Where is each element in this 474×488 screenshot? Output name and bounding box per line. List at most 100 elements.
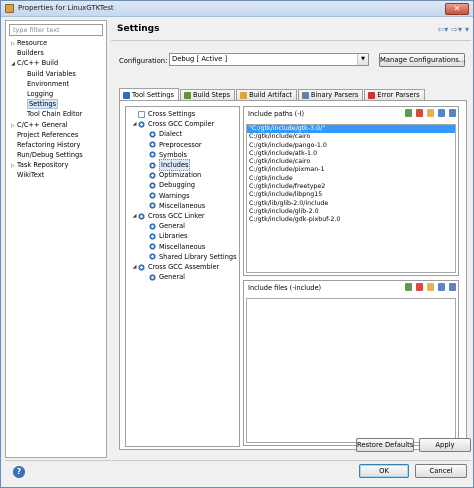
expanded-twisty-icon[interactable]: ◢ (131, 262, 138, 272)
tool-settings-item[interactable]: Includes (142, 159, 191, 172)
nav-item[interactable]: ◢ C/C++ Build (6, 58, 106, 68)
tool-settings-item[interactable]: Miscellaneous (142, 201, 205, 211)
nav-item-label: Run/Debug Settings (17, 151, 83, 160)
tool-settings-item[interactable]: Shared Library Settings (142, 252, 237, 262)
close-window-button[interactable]: ✕ (445, 3, 469, 15)
nav-item[interactable]: Builders (6, 48, 106, 58)
include-path-item[interactable]: C:/gtk/include/libpng15 (247, 191, 455, 199)
tool-settings-item[interactable]: ◢ Cross GCC Compiler (131, 119, 215, 129)
header-divider (111, 40, 471, 41)
tool-settings-item-label: Shared Library Settings (159, 252, 237, 261)
page-title: Settings (117, 24, 160, 34)
tool-settings-item[interactable]: Libraries (142, 231, 187, 241)
cancel-button[interactable]: Cancel (415, 464, 467, 478)
nav-item-label: Environment (27, 79, 70, 88)
move-down-icon[interactable] (449, 109, 456, 117)
edit-path-icon[interactable] (427, 109, 434, 117)
gear-icon (149, 253, 156, 261)
tool-settings-item-label: Libraries (159, 232, 188, 241)
tool-settings-item[interactable]: Warnings (142, 191, 190, 201)
nav-item[interactable]: Logging (6, 89, 106, 99)
expanded-twisty-icon[interactable]: ◢ (131, 211, 138, 221)
include-paths-list[interactable]: "C:/gtk/include/gtk-3.0/" C:/gtk/include/… (246, 124, 456, 273)
edit-file-icon[interactable] (427, 283, 434, 291)
gear-icon (149, 232, 156, 240)
include-path-item[interactable]: C:/gtk/include/atk-1.0 (247, 150, 455, 158)
move-up-icon[interactable] (438, 109, 445, 117)
tool-settings-item[interactable]: ◢ Cross GCC Assembler (131, 262, 220, 272)
add-path-icon[interactable] (405, 109, 412, 117)
filter-input[interactable] (9, 24, 103, 36)
view-menu-icon[interactable]: ▾ (465, 25, 469, 34)
nav-item[interactable]: Build Variables (6, 69, 106, 79)
nav-item-label: C/C++ General (17, 120, 68, 129)
nav-item[interactable]: ▷ Task Repository (6, 160, 106, 170)
tool-settings-item[interactable]: Cross Settings (131, 109, 195, 119)
configuration-select[interactable]: Debug [ Active ] ▼ (169, 53, 369, 66)
gear-icon (149, 151, 156, 159)
include-path-item[interactable]: "C:/gtk/include/gtk-3.0/" (247, 125, 455, 134)
nav-item-label: Settings (27, 99, 59, 110)
nav-item-label: Refactoring History (17, 140, 81, 149)
tool-settings-item[interactable]: General (142, 272, 185, 282)
restore-defaults-button[interactable]: Restore Defaults (356, 438, 414, 452)
nav-item[interactable]: Run/Debug Settings (6, 150, 106, 160)
include-path-item[interactable]: C:/gtk/include/cairo (247, 158, 455, 166)
nav-item[interactable]: Tool Chain Editor (6, 109, 106, 119)
delete-file-icon[interactable] (416, 283, 423, 291)
gear-icon (149, 130, 156, 138)
nav-item[interactable]: Project References (6, 130, 106, 140)
nav-item[interactable]: Settings (6, 99, 106, 110)
forward-arrow-icon[interactable]: ⇨▾ (451, 25, 462, 34)
include-path-item[interactable]: C:/gtk/include/cairo (247, 133, 455, 141)
tool-settings-item-label: Cross Settings (148, 110, 196, 118)
title-bar[interactable]: Properties for LinuxGTKTest ✕ (1, 1, 473, 17)
nav-item[interactable]: Environment (6, 79, 106, 89)
tool-settings-item-label: General (159, 273, 185, 282)
delete-path-icon[interactable] (416, 109, 423, 117)
property-pages-tree: ▷ Resource Builders ◢ C/C++ Build Build Varia… (6, 38, 106, 181)
include-paths-label: Include paths (-I) (248, 110, 305, 118)
tool-settings-item-label: General (159, 222, 185, 231)
tool-settings-item[interactable]: ◢ Cross GCC Linker (131, 211, 205, 221)
apply-button[interactable]: Apply (419, 438, 471, 452)
include-files-label: Include files (-include) (248, 284, 322, 292)
nav-item[interactable]: WikiText (6, 170, 106, 180)
nav-item[interactable]: Refactoring History (6, 140, 106, 150)
nav-item[interactable]: ▷ Resource (6, 38, 106, 48)
tool-settings-item[interactable]: Dialect (142, 129, 182, 139)
tool-settings-item-label: Cross GCC Assembler (148, 263, 220, 271)
tool-settings-item-label: Miscellaneous (159, 242, 206, 251)
tool-settings-item-label: Cross GCC Linker (148, 212, 205, 220)
include-path-item[interactable]: C:/gtk/include (247, 175, 455, 183)
include-path-item[interactable]: C:/gtk/lib/glib-2.0/include (247, 200, 455, 208)
include-path-item[interactable]: C:/gtk/include/pango-1.0 (247, 142, 455, 150)
tool-settings-item[interactable]: Miscellaneous (142, 242, 205, 252)
gear-icon (149, 202, 156, 210)
back-arrow-icon[interactable]: ⇦▾ (438, 25, 449, 34)
ok-button[interactable]: OK (359, 464, 409, 478)
add-file-icon[interactable] (405, 283, 412, 291)
tool-settings-item[interactable]: General (142, 221, 185, 231)
tool-settings-item[interactable]: Optimization (142, 170, 201, 180)
expanded-twisty-icon[interactable]: ◢ (131, 119, 138, 129)
manage-configurations-button[interactable]: Manage Configurations... (379, 53, 465, 67)
include-paths-toolbar (405, 109, 456, 117)
tool-settings-item[interactable]: Debugging (142, 180, 195, 190)
help-icon[interactable]: ? (13, 466, 25, 478)
include-path-item[interactable]: C:/gtk/include/glib-2.0 (247, 208, 455, 216)
move-down-icon[interactable] (449, 283, 456, 291)
move-up-icon[interactable] (438, 283, 445, 291)
nav-item[interactable]: ▷ C/C++ General (6, 120, 106, 130)
gear-icon (149, 141, 156, 149)
include-files-list[interactable] (246, 298, 456, 443)
include-path-item[interactable]: C:/gtk/include/pixman-1 (247, 166, 455, 174)
chevron-down-icon[interactable]: ▼ (357, 54, 368, 65)
include-path-item[interactable]: C:/gtk/include/freetype2 (247, 183, 455, 191)
eclipse-app-icon (5, 4, 14, 13)
tool-settings-tree: Cross Settings ◢ Cross GCC Compiler Dialect… (125, 106, 240, 447)
include-path-item[interactable]: C:/gtk/include/gdk-pixbuf-2.0 (247, 216, 455, 224)
tool-settings-item[interactable]: Preprocessor (142, 140, 202, 150)
gear-icon (149, 273, 156, 281)
tool-settings-item-label: Preprocessor (159, 140, 202, 149)
